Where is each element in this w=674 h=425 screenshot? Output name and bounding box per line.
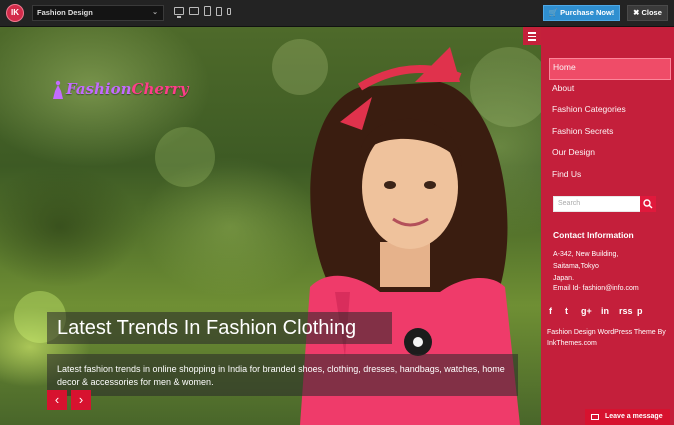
sidebar: Home About Fashion Categories Fashion Se… (541, 27, 674, 425)
inkthemes-logo[interactable]: IK (6, 4, 24, 22)
phone-icon[interactable] (227, 8, 231, 15)
nav-item-our-design[interactable]: Our Design (549, 144, 671, 166)
hamburger-menu-icon[interactable] (523, 27, 541, 45)
dress-logo-icon (53, 80, 63, 99)
slider-next-button[interactable]: › (71, 390, 91, 410)
social-links: f t g+ in rss p (549, 306, 669, 318)
tablet-icon[interactable] (204, 6, 211, 16)
purchase-button[interactable]: 🛒 Purchase Now! (543, 5, 620, 21)
leave-message-label: Leave a message (605, 413, 663, 420)
pinterest-icon[interactable]: p (637, 306, 643, 316)
purchase-label: Purchase Now! (560, 8, 615, 17)
contact-heading: Contact Information (553, 230, 634, 240)
main-nav: Home About Fashion Categories Fashion Se… (549, 58, 671, 187)
theme-select-value: Fashion Design (37, 8, 93, 17)
nav-item-fashion-categories[interactable]: Fashion Categories (549, 101, 671, 123)
rss-icon[interactable]: rss (619, 306, 633, 316)
nav-item-find-us[interactable]: Find Us (549, 166, 671, 188)
tablet-small-icon[interactable] (216, 7, 222, 16)
facebook-icon[interactable]: f (549, 306, 552, 316)
leave-message-button[interactable]: Leave a message (585, 409, 670, 425)
hero-slider: FashionCherry Latest Trends In Fashion C… (0, 27, 541, 425)
close-icon: ✖ (633, 8, 640, 17)
close-button[interactable]: ✖ Close (627, 5, 668, 21)
contact-address-3: Japan. (553, 275, 575, 282)
slider-prev-button[interactable]: ‹ (47, 390, 67, 410)
preview-toolbar: IK Fashion Design ⌄ 🛒 Purchase Now! ✖ Cl… (0, 0, 674, 27)
nav-item-about[interactable]: About (549, 80, 671, 102)
slide-description: Latest fashion trends in online shopping… (47, 354, 518, 396)
theme-credit[interactable]: Fashion Design WordPress Theme By InkThe… (547, 327, 671, 349)
search-icon (643, 199, 653, 209)
laptop-icon[interactable] (189, 7, 199, 15)
google-plus-icon[interactable]: g+ (581, 306, 592, 316)
contact-email: Email Id- fashion@info.com (553, 285, 639, 292)
chevron-down-icon: ⌄ (152, 9, 158, 16)
linkedin-icon[interactable]: in (601, 306, 609, 316)
twitter-icon[interactable]: t (565, 306, 568, 316)
brand-part2: Cherry (131, 80, 189, 98)
slide-title: Latest Trends In Fashion Clothing (47, 312, 392, 344)
envelope-icon (591, 414, 599, 420)
cart-icon: 🛒 (548, 8, 559, 17)
desktop-icon[interactable] (174, 7, 184, 18)
nav-item-home[interactable]: Home (549, 58, 671, 80)
theme-select[interactable]: Fashion Design ⌄ (32, 5, 164, 21)
search-button[interactable] (640, 196, 656, 212)
close-label: Close (641, 8, 662, 17)
brand-part1: Fashion (66, 80, 132, 98)
contact-address-1: A-342, New Building, (553, 251, 619, 258)
contact-address-2: Saitama,Tokyo (553, 263, 599, 270)
nav-item-fashion-secrets[interactable]: Fashion Secrets (549, 123, 671, 145)
